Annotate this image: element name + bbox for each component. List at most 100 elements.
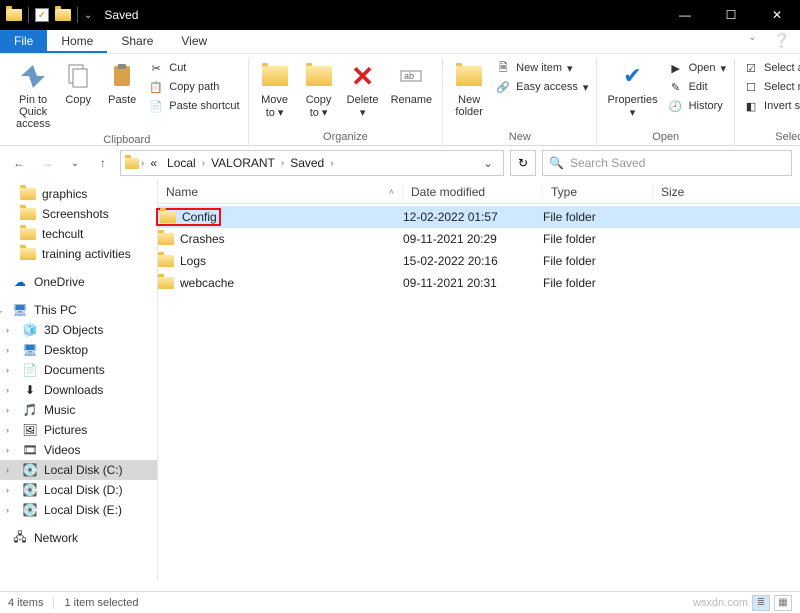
file-row[interactable]: Logs 15-02-2022 20:16 File folder <box>158 250 800 272</box>
copy-to-icon <box>303 60 335 92</box>
music-icon: 🎵 <box>22 403 38 417</box>
help-icon[interactable]: ❔ <box>763 30 800 53</box>
sidebar-item-techcult[interactable]: techcult <box>0 224 157 244</box>
open-icon: ▶ <box>668 60 684 76</box>
scissors-icon: ✂ <box>148 60 164 76</box>
breadcrumb-item[interactable]: Saved <box>286 156 328 170</box>
sidebar-item-onedrive[interactable]: ›☁OneDrive <box>0 272 157 292</box>
main-area: graphics Screenshots techcult training a… <box>0 180 800 580</box>
paste-shortcut-button[interactable]: 📄Paste shortcut <box>148 98 239 114</box>
sidebar-item-downloads[interactable]: ›⬇Downloads <box>0 380 157 400</box>
select-all-button[interactable]: ☑Select all <box>743 60 800 76</box>
column-headers[interactable]: Name˄ Date modified Type Size <box>158 180 800 204</box>
edit-icon: ✎ <box>668 79 684 95</box>
folder-icon <box>160 211 176 223</box>
sidebar-item-network[interactable]: ›🖧Network <box>0 528 157 548</box>
cloud-icon: ☁ <box>12 275 28 289</box>
sidebar-item-graphics[interactable]: graphics <box>0 184 157 204</box>
copy-to-button[interactable]: Copy to ▾ <box>297 58 341 121</box>
column-size[interactable]: Size <box>653 185 753 199</box>
title-bar: ✓ ⌄ Saved — ☐ ✕ <box>0 0 800 30</box>
move-to-button[interactable]: Move to ▾ <box>253 58 297 121</box>
properties-button[interactable]: ✔ Properties ▾ <box>601 58 663 121</box>
cube-icon: 🧊 <box>22 323 38 337</box>
sidebar-item-this-pc[interactable]: ⌄🖥This PC <box>0 300 157 320</box>
qa-checkbox-icon[interactable]: ✓ <box>35 8 49 22</box>
recent-dropdown[interactable]: ⌄ <box>64 152 86 174</box>
delete-button[interactable]: ✕ Delete ▾ <box>341 58 385 121</box>
new-folder-button[interactable]: New folder <box>447 58 491 120</box>
qa-folder-icon[interactable] <box>55 9 71 21</box>
forward-button[interactable]: → <box>36 152 58 174</box>
home-tab[interactable]: Home <box>47 30 107 53</box>
copy-button[interactable]: Copy <box>56 58 100 108</box>
maximize-button[interactable]: ☐ <box>708 0 754 30</box>
breadcrumb-item[interactable]: Local <box>163 156 200 170</box>
navigation-bar: ← → ⌄ ↑ › « Local› VALORANT› Saved› ⌄ ↻ … <box>0 146 800 180</box>
shortcut-icon: 📄 <box>148 98 164 114</box>
share-tab[interactable]: Share <box>107 30 167 53</box>
easy-access-button[interactable]: 🔗Easy access ▾ <box>495 79 588 95</box>
sidebar-item-desktop[interactable]: ›🖥Desktop <box>0 340 157 360</box>
file-row[interactable]: Crashes 09-11-2021 20:29 File folder <box>158 228 800 250</box>
thumbnails-view-button[interactable]: ▦ <box>774 595 792 611</box>
paste-button[interactable]: Paste <box>100 58 144 108</box>
qa-chevron-icon[interactable]: ⌄ <box>84 10 92 21</box>
separator <box>28 7 29 23</box>
breadcrumb-item[interactable]: VALORANT <box>207 156 279 170</box>
group-label: Open <box>652 129 679 145</box>
separator <box>77 7 78 23</box>
file-row[interactable]: webcache 09-11-2021 20:31 File folder <box>158 272 800 294</box>
sidebar-item-local-disk-e[interactable]: ›💽Local Disk (E:) <box>0 500 157 520</box>
sidebar-item-training[interactable]: training activities <box>0 244 157 264</box>
file-tab[interactable]: File <box>0 30 47 53</box>
select-none-button[interactable]: ☐Select none <box>743 79 800 95</box>
path-icon: 📋 <box>148 79 164 95</box>
column-date[interactable]: Date modified <box>403 185 543 199</box>
address-bar[interactable]: › « Local› VALORANT› Saved› ⌄ <box>120 150 504 176</box>
close-button[interactable]: ✕ <box>754 0 800 30</box>
navigation-pane[interactable]: graphics Screenshots techcult training a… <box>0 180 158 580</box>
address-dropdown-icon[interactable]: ⌄ <box>477 156 499 170</box>
select-all-icon: ☑ <box>743 60 759 76</box>
rename-button[interactable]: ab Rename <box>385 58 439 108</box>
cut-button[interactable]: ✂Cut <box>148 60 239 76</box>
videos-icon: 🎞 <box>22 443 38 457</box>
disk-icon: 💽 <box>22 463 38 477</box>
crumb-ellipsis[interactable]: « <box>146 156 161 170</box>
sidebar-item-pictures[interactable]: ›🖼Pictures <box>0 420 157 440</box>
ribbon-collapse-icon[interactable]: ⌄ <box>742 30 762 53</box>
view-tab[interactable]: View <box>167 30 221 53</box>
back-button[interactable]: ← <box>8 152 30 174</box>
up-button[interactable]: ↑ <box>92 152 114 174</box>
open-button[interactable]: ▶Open ▾ <box>668 60 726 76</box>
new-item-icon: 🗎 <box>495 60 511 76</box>
sidebar-item-local-disk-d[interactable]: ›💽Local Disk (D:) <box>0 480 157 500</box>
sidebar-item-local-disk-c[interactable]: ›💽Local Disk (C:) <box>0 460 157 480</box>
pin-to-quick-access-button[interactable]: Pin to Quick access <box>10 58 56 132</box>
edit-button[interactable]: ✎Edit <box>668 79 726 95</box>
group-label: New <box>509 129 531 145</box>
chevron-down-icon[interactable]: ⌄ <box>0 305 6 316</box>
minimize-button[interactable]: — <box>662 0 708 30</box>
details-view-button[interactable]: ≣ <box>752 595 770 611</box>
file-row[interactable]: Config 12-02-2022 01:57 File folder <box>158 206 800 228</box>
column-name[interactable]: Name˄ <box>158 185 403 199</box>
sidebar-item-music[interactable]: ›🎵Music <box>0 400 157 420</box>
refresh-button[interactable]: ↻ <box>510 150 536 176</box>
sidebar-item-screenshots[interactable]: Screenshots <box>0 204 157 224</box>
copy-path-button[interactable]: 📋Copy path <box>148 79 239 95</box>
chevron-right-icon[interactable]: › <box>0 277 6 287</box>
search-box[interactable]: 🔍 Search Saved <box>542 150 792 176</box>
sidebar-item-documents[interactable]: ›📄Documents <box>0 360 157 380</box>
pc-icon: 🖥 <box>12 303 28 317</box>
invert-selection-button[interactable]: ◧Invert selection <box>743 98 800 114</box>
group-open: ✔ Properties ▾ ▶Open ▾ ✎Edit 🕘History Op… <box>597 58 735 145</box>
address-folder-icon <box>125 158 139 169</box>
column-type[interactable]: Type <box>543 185 653 199</box>
history-icon: 🕘 <box>668 98 684 114</box>
history-button[interactable]: 🕘History <box>668 98 726 114</box>
sidebar-item-videos[interactable]: ›🎞Videos <box>0 440 157 460</box>
new-item-button[interactable]: 🗎New item ▾ <box>495 60 588 76</box>
sidebar-item-3d-objects[interactable]: ›🧊3D Objects <box>0 320 157 340</box>
